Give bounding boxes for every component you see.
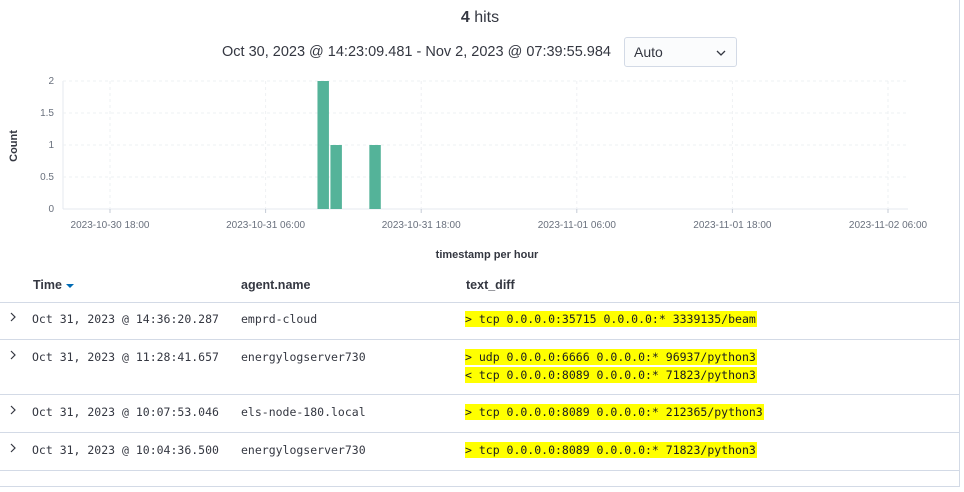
interval-select[interactable]: Auto	[624, 37, 737, 67]
column-header-time[interactable]: Time	[33, 278, 74, 292]
hits-counter: 4 hits	[0, 9, 960, 27]
chevron-right-icon[interactable]	[8, 405, 18, 415]
cell-time: Oct 31, 2023 @ 10:04:36.500	[32, 443, 219, 457]
sort-descending-icon[interactable]	[65, 283, 74, 288]
cell-agent-name: energylogserver730	[241, 443, 366, 457]
y-axis-label: Count	[8, 130, 20, 162]
cell-text-diff: > tcp 0.0.0.0:8089 0.0.0.0:* 71823/pytho…	[465, 442, 757, 460]
column-header-text-diff[interactable]: text_diff	[466, 278, 515, 292]
highlighted-diff-line: < tcp 0.0.0.0:8089 0.0.0.0:* 71823/pytho…	[465, 367, 757, 383]
column-header-time-label: Time	[33, 278, 62, 292]
discover-panel: 4 hits Oct 30, 2023 @ 14:23:09.481 - Nov…	[0, 0, 960, 487]
y-axis-ticks: 0 0.5 1 1.5 2	[40, 76, 54, 215]
chart-grid	[62, 80, 908, 213]
chevron-right-icon[interactable]	[8, 350, 18, 360]
highlighted-diff-line: > tcp 0.0.0.0:35715 0.0.0.0:* 3339135/be…	[465, 311, 757, 327]
chart-bars	[317, 81, 381, 209]
cell-text-diff: > tcp 0.0.0.0:8089 0.0.0.0:* 212365/pyth…	[465, 404, 764, 422]
cell-agent-name: energylogserver730	[241, 350, 366, 364]
y-tick-label: 2	[48, 76, 54, 87]
column-header-agent[interactable]: agent.name	[241, 278, 310, 292]
table-row[interactable]: Oct 31, 2023 @ 11:28:41.657 energylogserv…	[0, 340, 960, 395]
time-range-row: Oct 30, 2023 @ 14:23:09.481 - Nov 2, 202…	[0, 37, 960, 69]
cell-agent-name: els-node-180.local	[241, 405, 366, 419]
table-row[interactable]: Oct 31, 2023 @ 14:36:20.287 emprd-cloud > …	[0, 302, 960, 340]
x-tick-label: 2023-11-01 06:00	[538, 220, 617, 231]
x-tick-label: 2023-10-31 18:00	[382, 220, 461, 231]
hits-count: 4	[460, 9, 470, 26]
y-tick-label: 1.5	[40, 108, 54, 119]
chevron-down-icon	[716, 50, 726, 56]
cell-agent-name: emprd-cloud	[241, 312, 318, 326]
histogram-bar[interactable]	[330, 145, 342, 209]
x-tick-label: 2023-10-31 06:00	[226, 220, 305, 231]
highlighted-diff-line: > tcp 0.0.0.0:8089 0.0.0.0:* 212365/pyth…	[465, 404, 764, 420]
chevron-right-icon[interactable]	[8, 312, 18, 322]
chevron-right-icon[interactable]	[8, 443, 18, 453]
hits-label: hits	[474, 9, 500, 26]
table-header: Time agent.name text_diff	[0, 270, 960, 303]
table-row[interactable]: Oct 31, 2023 @ 10:04:36.500 energylogserv…	[0, 433, 960, 471]
cell-time: Oct 31, 2023 @ 11:28:41.657	[32, 350, 219, 364]
y-tick-label: 0	[48, 204, 54, 215]
cell-text-diff: > udp 0.0.0.0:6666 0.0.0.0:* 96937/pytho…	[465, 349, 757, 385]
cell-time: Oct 31, 2023 @ 10:07:53.046	[32, 405, 219, 419]
histogram-chart[interactable]: 0 0.5 1 1.5 2 2023-10-30 18:00 2023-10-31 06:…	[0, 70, 960, 270]
y-tick-label: 1	[48, 140, 54, 151]
highlighted-diff-line: > tcp 0.0.0.0:8089 0.0.0.0:* 71823/pytho…	[465, 442, 757, 458]
highlighted-diff-line: > udp 0.0.0.0:6666 0.0.0.0:* 96937/pytho…	[465, 349, 757, 365]
x-axis-ticks: 2023-10-30 18:00 2023-10-31 06:00 2023-10-…	[71, 220, 928, 231]
x-tick-label: 2023-11-01 18:00	[693, 220, 772, 231]
cell-text-diff: > tcp 0.0.0.0:35715 0.0.0.0:* 3339135/be…	[465, 311, 757, 329]
table-row[interactable]: Oct 31, 2023 @ 10:07:53.046 els-node-180.…	[0, 395, 960, 433]
x-tick-label: 2023-11-02 06:00	[849, 220, 928, 231]
cell-time: Oct 31, 2023 @ 14:36:20.287	[32, 312, 219, 326]
y-tick-label: 0.5	[40, 172, 54, 183]
histogram-bar[interactable]	[369, 145, 381, 209]
time-range-text: Oct 30, 2023 @ 14:23:09.481 - Nov 2, 202…	[222, 44, 611, 60]
interval-select-value: Auto	[634, 44, 663, 60]
histogram-bar[interactable]	[317, 81, 329, 209]
x-tick-label: 2023-10-30 18:00	[71, 220, 150, 231]
x-axis-label: timestamp per hour	[436, 249, 539, 261]
